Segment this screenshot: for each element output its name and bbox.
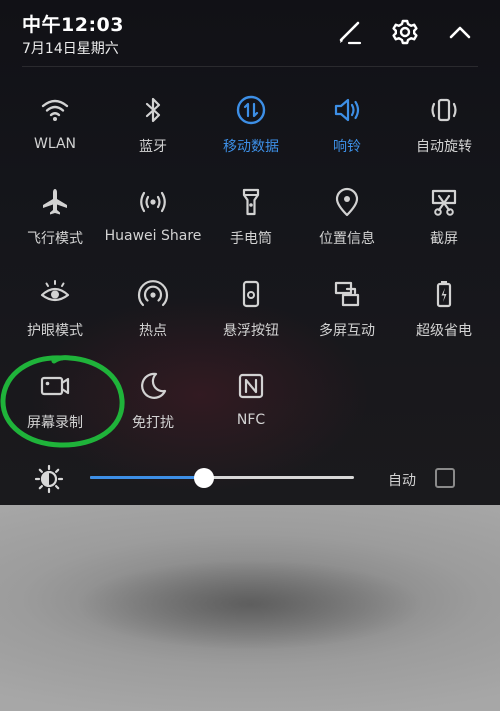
tile-location[interactable]: 位置信息	[298, 186, 396, 266]
tile-multi-screen[interactable]: 多屏互动	[298, 278, 396, 358]
settings-button[interactable]	[387, 14, 423, 50]
tile-floating-button[interactable]: 悬浮按钮	[202, 278, 300, 358]
floating-button-icon	[235, 278, 267, 310]
tile-label: 蓝牙	[139, 139, 167, 155]
eye-icon	[39, 278, 71, 310]
tile-label: 响铃	[333, 139, 361, 155]
tile-label: 免打扰	[132, 415, 174, 431]
tile-label: 位置信息	[319, 231, 375, 247]
tile-ringer[interactable]: 响铃	[298, 94, 396, 174]
tile-label: 手电筒	[230, 231, 272, 247]
moon-icon	[137, 370, 169, 402]
tile-screenshot[interactable]: 截屏	[395, 186, 493, 266]
tile-label: 护眼模式	[27, 323, 83, 339]
brightness-icon	[34, 464, 64, 494]
tile-flashlight[interactable]: 手电筒	[202, 186, 300, 266]
tile-label: 超级省电	[416, 323, 472, 339]
tile-bluetooth[interactable]: 蓝牙	[104, 94, 202, 174]
bluetooth-icon	[137, 94, 169, 126]
auto-brightness-checkbox[interactable]	[435, 468, 455, 488]
tile-auto-rotate[interactable]: 自动旋转	[395, 94, 493, 174]
multi-screen-icon	[331, 278, 363, 310]
tile-label: WLAN	[33, 136, 76, 152]
highlight-circle	[0, 355, 125, 448]
tile-hotspot[interactable]: 热点	[104, 278, 202, 358]
tile-label: 自动旋转	[416, 139, 472, 155]
status-time: 中午12:03	[22, 14, 124, 36]
tile-power-saving[interactable]: 超级省电	[395, 278, 493, 358]
tile-mobile-data[interactable]: 移动数据	[202, 94, 300, 174]
collapse-button[interactable]	[442, 14, 478, 50]
background-shadow	[20, 530, 480, 680]
tile-label: Huawei Share	[104, 228, 202, 244]
tile-eye-comfort[interactable]: 护眼模式	[6, 278, 104, 358]
tile-label: 飞行模式	[27, 231, 83, 247]
tile-label: 截屏	[430, 231, 458, 247]
tile-huawei-share[interactable]: Huawei Share	[104, 186, 202, 266]
mobile-data-icon	[235, 94, 267, 126]
tile-wlan[interactable]: WLAN	[6, 94, 104, 174]
nfc-icon	[235, 370, 267, 402]
wifi-icon	[39, 94, 71, 126]
tile-label: 热点	[139, 323, 167, 339]
gear-icon	[392, 19, 418, 45]
tile-nfc[interactable]: NFC	[202, 370, 300, 450]
auto-rotate-icon	[428, 94, 460, 126]
tile-label: 多屏互动	[319, 323, 375, 339]
tile-label: NFC	[236, 412, 266, 428]
tile-airplane-mode[interactable]: 飞行模式	[6, 186, 104, 266]
chevron-up-icon	[449, 26, 471, 39]
screenshot-icon	[428, 186, 460, 218]
brightness-fill	[90, 476, 204, 479]
tile-label: 移动数据	[223, 139, 279, 155]
hotspot-icon	[137, 278, 169, 310]
auto-brightness-label: 自动	[388, 473, 416, 489]
tile-label: 悬浮按钮	[223, 323, 279, 339]
brightness-thumb[interactable]	[194, 468, 214, 488]
status-date: 7月14日星期六	[22, 41, 119, 57]
huawei-share-icon	[137, 186, 169, 218]
location-icon	[331, 186, 363, 218]
flashlight-icon	[235, 186, 267, 218]
airplane-icon	[39, 186, 71, 218]
volume-icon	[331, 94, 363, 126]
brightness-slider[interactable]	[90, 468, 354, 488]
battery-saver-icon	[428, 278, 460, 310]
header-divider	[22, 66, 478, 67]
edit-button[interactable]	[331, 14, 367, 50]
edit-icon	[339, 21, 362, 45]
